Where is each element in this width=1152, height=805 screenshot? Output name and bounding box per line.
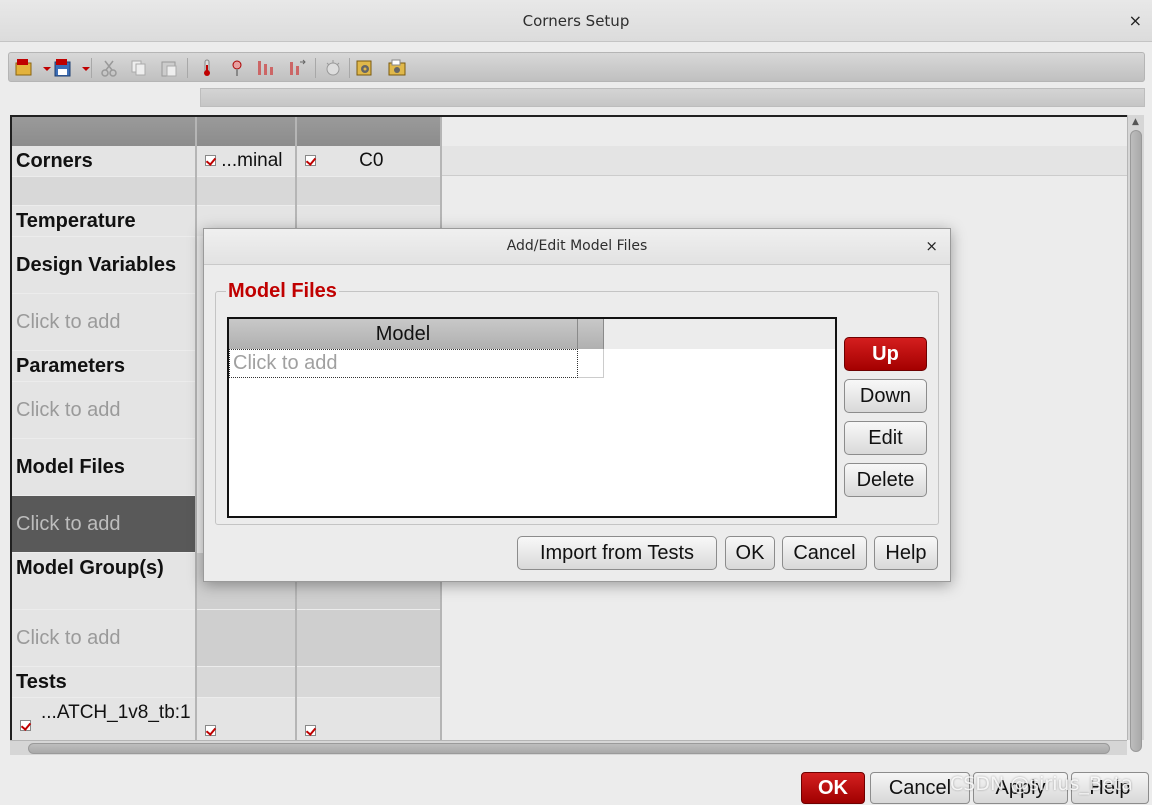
copy-icon[interactable] <box>129 58 149 78</box>
chevron-down-icon[interactable] <box>37 58 51 78</box>
model-groups-cell[interactable] <box>197 610 295 666</box>
window-titlebar[interactable]: Corners Setup × <box>0 0 1152 42</box>
paste-icon[interactable] <box>159 58 179 78</box>
row-label-design-variables: Design Variables <box>12 237 195 293</box>
corner-enabled-checkbox[interactable] <box>305 155 316 167</box>
section-divider <box>297 177 440 205</box>
corner-cell-nominal[interactable]: ...minal <box>197 146 295 176</box>
test-name: ...ATCH_1v8_tb:1 <box>41 702 191 723</box>
variable-icon[interactable] <box>229 58 249 78</box>
dialog-titlebar[interactable]: Add/Edit Model Files × <box>204 229 950 265</box>
clear-icon[interactable] <box>323 58 343 78</box>
test-corner-checkbox[interactable] <box>305 725 316 736</box>
corner-name: C0 <box>359 150 384 171</box>
save-csv-icon[interactable] <box>53 58 73 78</box>
edit-button[interactable]: Edit <box>844 421 927 455</box>
header-filler <box>604 319 835 349</box>
window-title: Corners Setup <box>522 12 630 30</box>
scroll-thumb[interactable] <box>1130 130 1142 752</box>
toolbar <box>8 52 1145 82</box>
test-row[interactable]: ...ATCH_1v8_tb:1 <box>12 698 195 740</box>
status-strip <box>200 88 1145 107</box>
toolbar-separator <box>91 58 92 78</box>
design-variables-add[interactable]: Click to add <box>12 294 195 350</box>
row-label-parameters: Parameters <box>12 351 195 381</box>
row-label-model-groups: Model Group(s) <box>12 553 195 609</box>
group-label: Model Files <box>226 280 339 303</box>
parameter-icon[interactable] <box>255 58 275 78</box>
ok-button[interactable]: OK <box>801 772 865 804</box>
scroll-up-icon[interactable]: ▲ <box>1132 117 1139 127</box>
test-corner-cell[interactable] <box>197 698 295 740</box>
toolbar-separator <box>315 58 316 78</box>
column-header-extra[interactable] <box>578 319 604 349</box>
tests-header-cell <box>197 667 295 697</box>
column-header-1[interactable] <box>197 117 295 146</box>
column-header-2[interactable] <box>297 117 440 146</box>
dialog-cancel-button[interactable]: Cancel <box>782 536 867 570</box>
corners-setup-window: Corners Setup × Corners ...minal C0 Temp… <box>0 0 1152 805</box>
row-label-temperature: Temperature <box>12 206 195 236</box>
section-divider <box>197 177 295 205</box>
model-files-add[interactable]: Click to add <box>12 496 195 552</box>
model-icon[interactable] <box>387 58 407 78</box>
add-edit-model-files-dialog: Add/Edit Model Files × Model Files Model… <box>203 228 951 582</box>
column-divider <box>195 117 197 740</box>
test-enabled-checkbox[interactable] <box>20 720 31 731</box>
corner-name: ...minal <box>221 150 283 171</box>
toolbar-separator <box>349 58 350 78</box>
corner-enabled-checkbox[interactable] <box>205 155 216 167</box>
close-icon[interactable]: × <box>1129 11 1142 30</box>
row-label-corners: Corners <box>12 146 195 176</box>
delete-button[interactable]: Delete <box>844 463 927 497</box>
section-divider <box>12 177 195 205</box>
cut-icon[interactable] <box>99 58 119 78</box>
sweep-icon[interactable] <box>287 58 307 78</box>
down-button[interactable]: Down <box>844 379 927 413</box>
scroll-thumb[interactable] <box>28 743 1110 754</box>
close-icon[interactable]: × <box>925 237 938 255</box>
toolbar-separator <box>187 58 188 78</box>
empty-area <box>442 146 1127 176</box>
horizontal-scrollbar[interactable] <box>10 740 1127 755</box>
model-groups-add[interactable]: Click to add <box>12 610 195 666</box>
model-add-cell[interactable]: Click to add <box>229 349 578 378</box>
dialog-help-button[interactable]: Help <box>874 536 938 570</box>
tests-header-cell <box>297 667 440 697</box>
watermark: CSDN @sirius_Beta <box>950 773 1133 795</box>
column-header-model[interactable]: Model <box>229 319 578 349</box>
model-files-table: Model Click to add <box>227 317 837 518</box>
row-label-model-files: Model Files <box>12 439 195 495</box>
open-csv-icon[interactable] <box>14 58 34 78</box>
model-groups-cell[interactable] <box>297 610 440 666</box>
vertical-scrollbar[interactable]: ▲ <box>1127 115 1144 752</box>
import-from-tests-button[interactable]: Import from Tests <box>517 536 717 570</box>
dialog-ok-button[interactable]: OK <box>725 536 775 570</box>
temperature-icon[interactable] <box>197 58 217 78</box>
corner-cell-c0[interactable]: C0 <box>297 146 440 176</box>
test-corner-cell[interactable] <box>297 698 440 740</box>
settings-icon[interactable] <box>355 58 375 78</box>
row-header-corner <box>12 117 195 146</box>
test-corner-checkbox[interactable] <box>205 725 216 736</box>
parameters-add[interactable]: Click to add <box>12 382 195 438</box>
up-button[interactable]: Up <box>844 337 927 371</box>
model-extra-cell[interactable] <box>578 349 604 378</box>
dialog-title: Add/Edit Model Files <box>506 238 648 254</box>
chevron-down-icon[interactable] <box>76 58 90 78</box>
row-label-tests: Tests <box>12 667 195 697</box>
